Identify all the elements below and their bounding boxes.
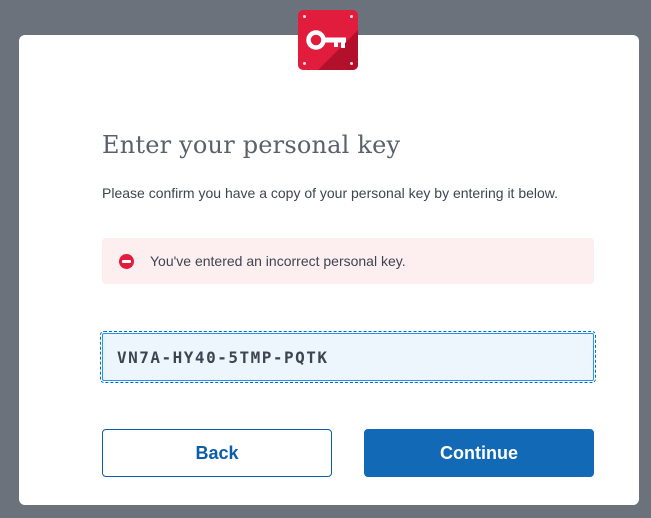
dialog-title: Enter your personal key [102,131,401,159]
error-message: You've entered an incorrect personal key… [150,253,406,269]
continue-button[interactable]: Continue [364,429,594,477]
error-minus-circle-icon [119,254,134,269]
badge-rivet [350,15,353,18]
badge-rivet [303,62,306,65]
personal-key-icon [298,10,358,70]
error-alert: You've entered an incorrect personal key… [102,238,594,284]
badge-rivet [350,62,353,65]
key-glyph-icon [306,30,346,50]
personal-key-dialog: Enter your personal key Please confirm y… [19,35,639,505]
personal-key-input[interactable] [100,331,596,383]
badge-rivet [303,15,306,18]
back-button[interactable]: Back [102,429,332,477]
dialog-subtitle: Please confirm you have a copy of your p… [102,185,559,201]
